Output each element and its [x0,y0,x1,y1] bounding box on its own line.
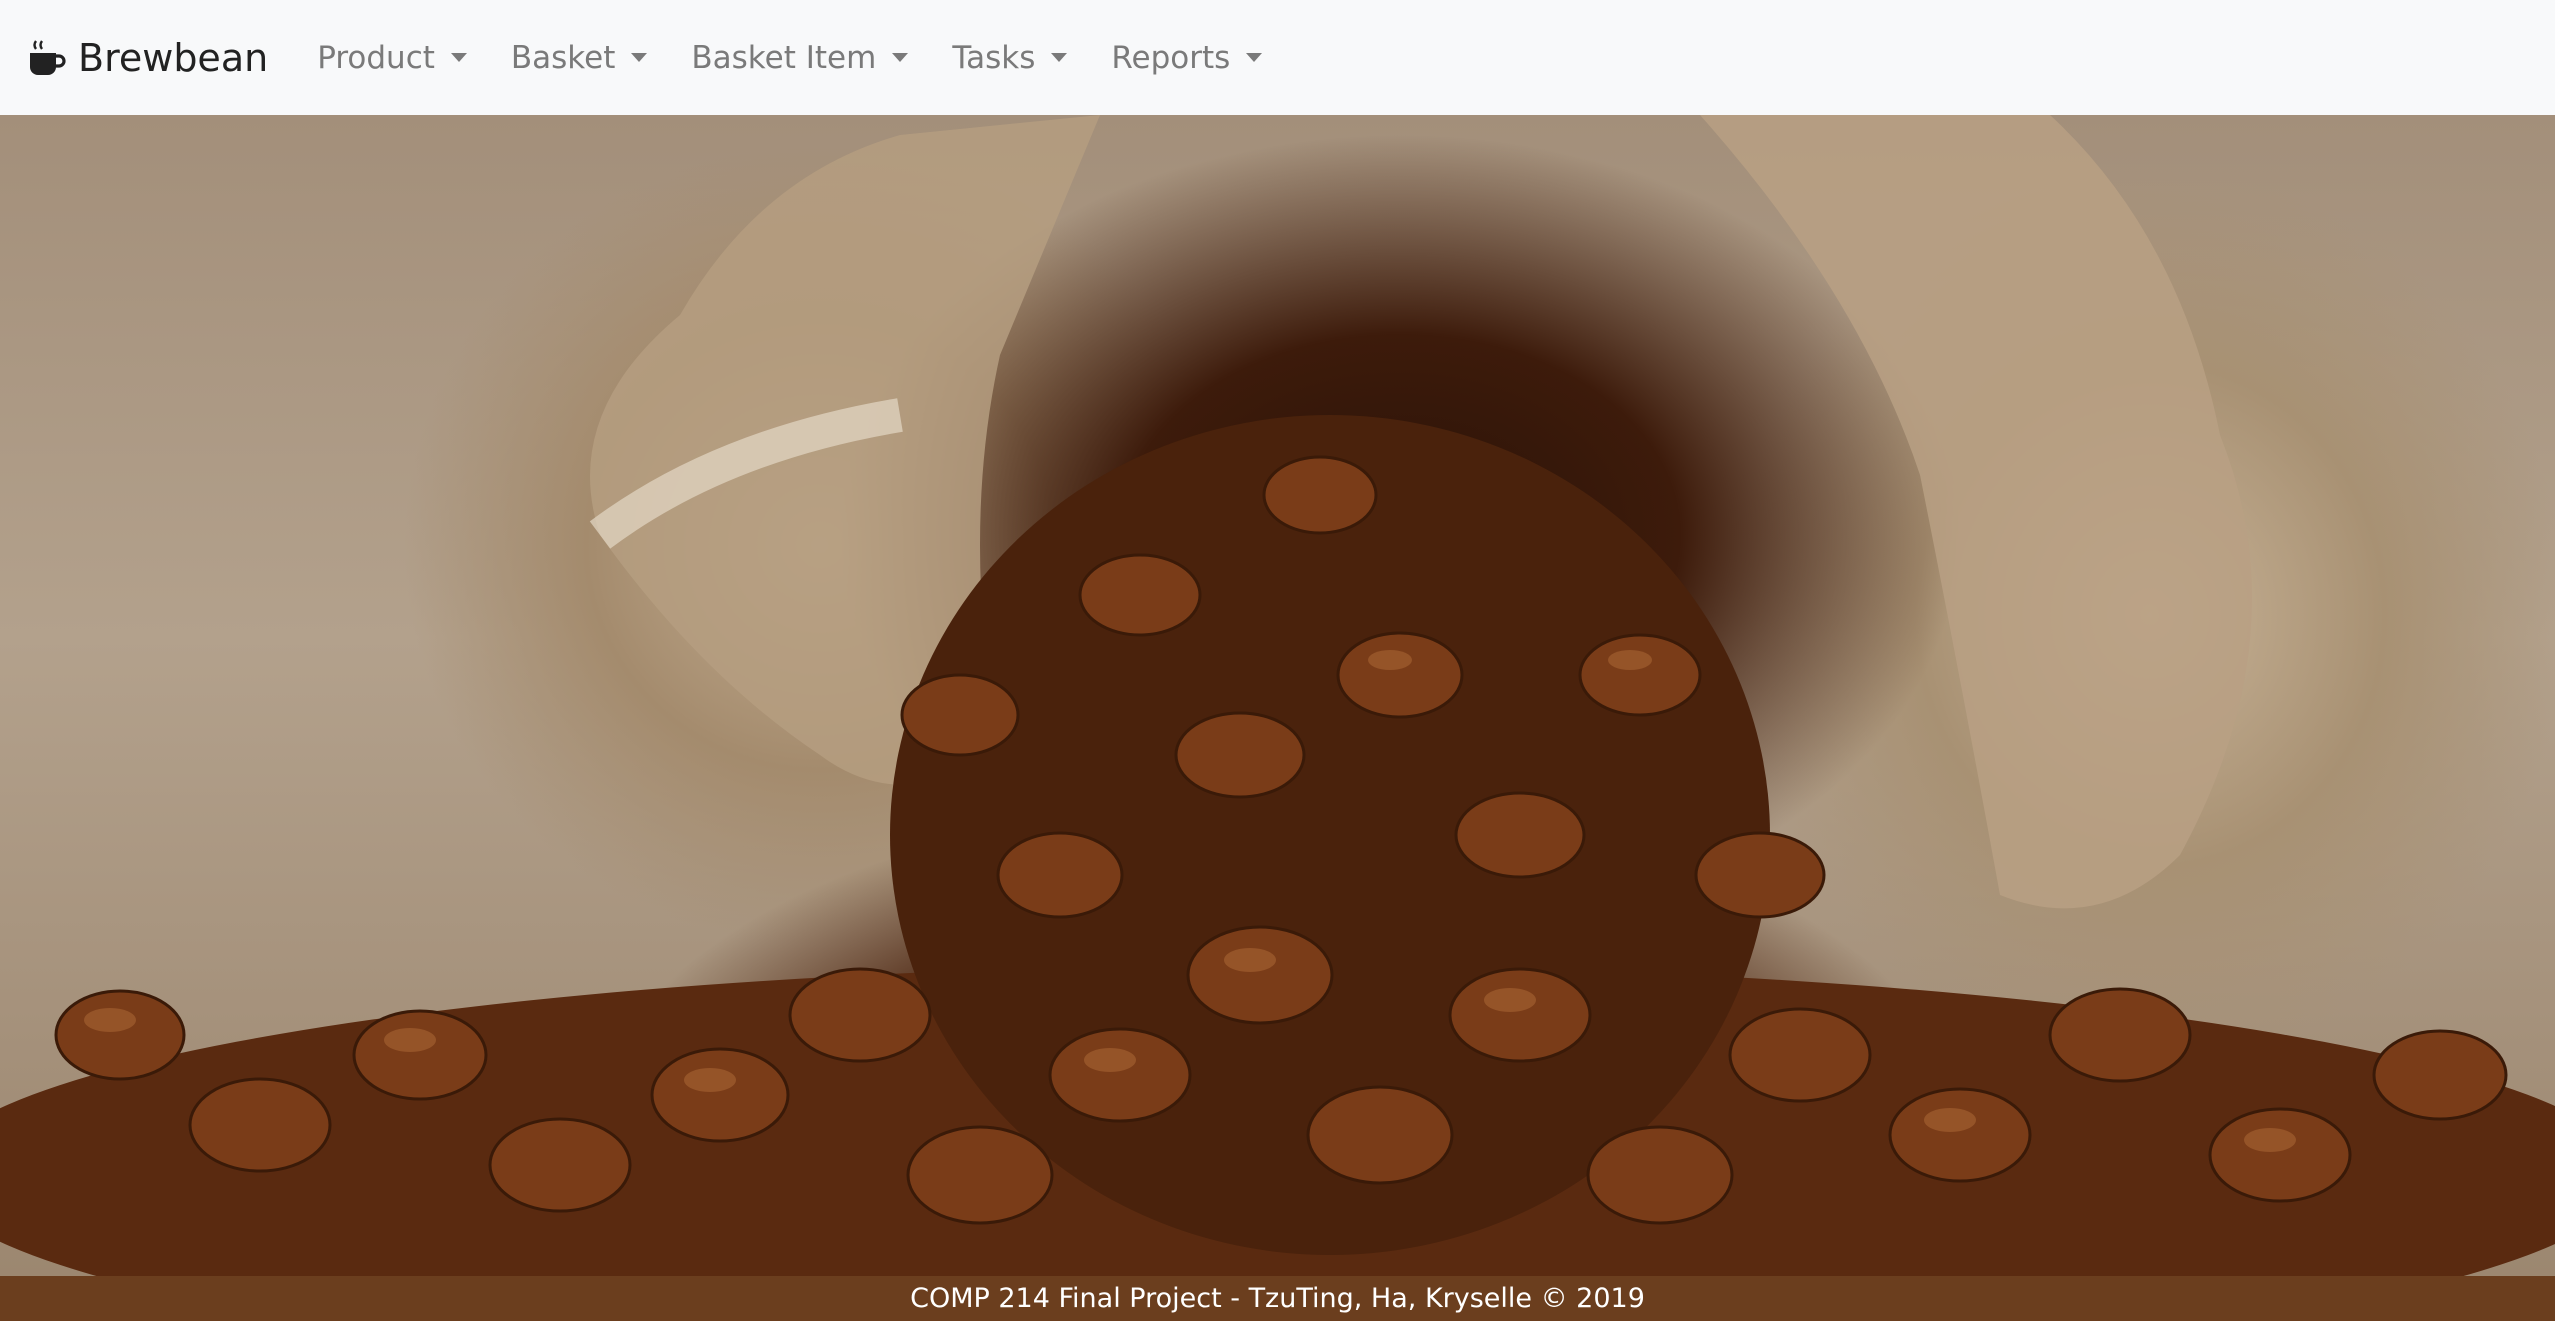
chevron-down-icon [892,53,909,62]
nav-label-basket-item: Basket Item [691,39,877,76]
nav-label-tasks: Tasks [952,39,1036,76]
nav-dropdown-basket-item[interactable]: Basket Item [691,39,909,76]
chevron-down-icon [631,53,648,62]
coffee-beans-illustration [0,115,2555,1276]
nav-label-product: Product [317,39,435,76]
chevron-down-icon [1246,53,1263,62]
nav-dropdown-reports[interactable]: Reports [1111,39,1263,76]
brand-name: Brewbean [78,35,269,80]
footer-text: COMP 214 Final Project - TzuTing, Ha, Kr… [910,1283,1645,1314]
nav-label-basket: Basket [510,39,616,76]
navbar: Brewbean Product Basket Basket Item Task… [0,0,2555,115]
chevron-down-icon [450,53,467,62]
hero-image [0,115,2555,1276]
brand-link[interactable]: Brewbean [26,36,268,80]
nav-dropdown-product[interactable]: Product [317,40,467,76]
nav-dropdown-tasks[interactable]: Tasks [952,39,1068,76]
nav-label-reports: Reports [1111,39,1231,76]
nav-dropdown-basket[interactable]: Basket [511,40,648,76]
coffee-cup-icon [30,39,66,75]
chevron-down-icon [1051,53,1068,62]
footer: COMP 214 Final Project - TzuTing, Ha, Kr… [0,1276,2555,1321]
